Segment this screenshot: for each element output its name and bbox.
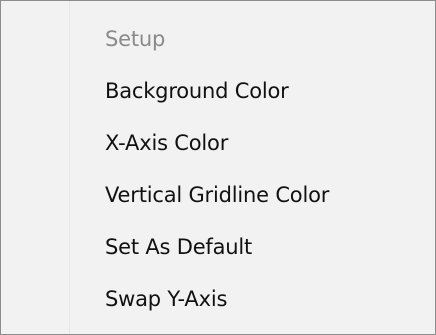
menu-item-swap-y-axis[interactable]: Swap Y-Axis: [1, 273, 435, 325]
menu-item-x-axis-color[interactable]: X-Axis Color: [1, 117, 435, 169]
menu-item-setup: Setup: [105, 27, 166, 51]
menu-item-set-as-default[interactable]: Set As Default: [1, 221, 435, 273]
menu-item-vertical-gridline-color[interactable]: Vertical Gridline Color: [1, 169, 435, 221]
context-menu: Setup Background Color X-Axis Color Vert…: [0, 0, 436, 335]
menu-item-background-color[interactable]: Background Color: [1, 65, 435, 117]
menu-item-list: Setup Background Color X-Axis Color Vert…: [1, 13, 435, 325]
